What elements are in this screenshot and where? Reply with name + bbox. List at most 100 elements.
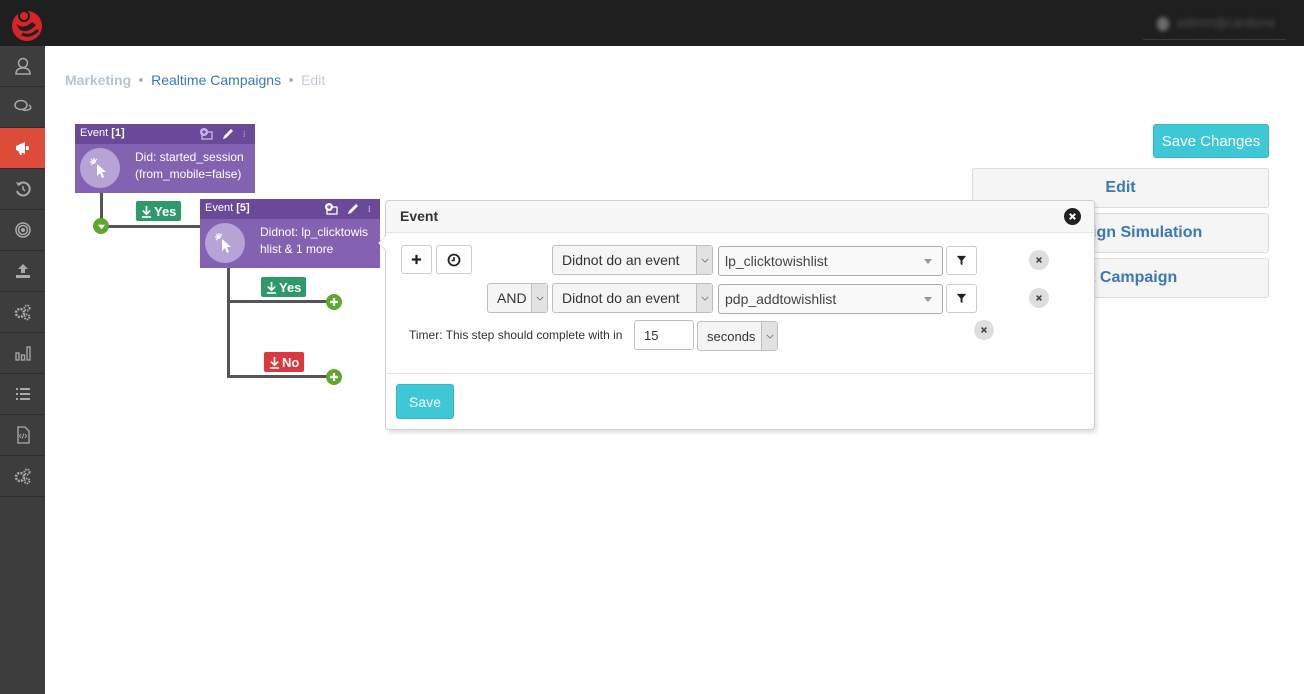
sidebar-item-upload[interactable] — [0, 251, 45, 292]
add-condition-button[interactable] — [401, 245, 432, 274]
combobox-value: pdp_addtowishlist — [725, 291, 837, 307]
node-header: Event [5] — [200, 199, 380, 219]
badge-label: Yes — [279, 279, 302, 295]
flow-connector — [227, 375, 333, 378]
bar-chart-icon — [14, 346, 31, 361]
plus-icon — [411, 254, 422, 265]
add-node-icon[interactable] — [324, 202, 338, 216]
node-index: [5] — [236, 202, 250, 214]
timer-unit-select[interactable]: seconds — [697, 321, 778, 351]
node-title: Event — [205, 202, 234, 214]
plus-icon — [330, 298, 338, 306]
sidebar-item-history[interactable] — [0, 169, 45, 210]
condition-select-2[interactable]: Didnot do an event — [552, 283, 713, 313]
sidebar-item-templates[interactable] — [0, 415, 45, 456]
sidebar-item-lists[interactable] — [0, 374, 45, 415]
save-changes-button[interactable]: Save Changes — [1153, 124, 1269, 158]
user-icon — [14, 57, 31, 75]
edit-pencil-icon[interactable] — [221, 127, 235, 141]
timer-value-input[interactable] — [634, 320, 694, 350]
popover-arrow — [378, 235, 386, 251]
sidebar-item-users[interactable] — [0, 46, 45, 87]
node-index: [1] — [111, 127, 125, 139]
more-options-icon[interactable] — [368, 202, 374, 216]
timer-label: Timer: This step should complete with in — [409, 328, 623, 342]
sidebar-item-automation[interactable] — [0, 292, 45, 333]
no-branch-badge: No — [264, 352, 305, 372]
more-options-icon[interactable] — [243, 127, 249, 141]
sidebar-item-marketing[interactable] — [0, 128, 45, 169]
breadcrumb-current: Edit — [301, 72, 326, 88]
filter-icon — [956, 293, 967, 304]
sidebar-item-settings[interactable] — [0, 456, 45, 497]
popover-header: Event — [386, 201, 1094, 233]
add-node-icon[interactable] — [199, 127, 213, 141]
operator-select[interactable]: AND — [487, 283, 548, 313]
chevron-down-icon — [761, 322, 777, 350]
list-icon — [15, 388, 30, 400]
sidebar-item-targets[interactable] — [0, 210, 45, 251]
plus-icon — [330, 373, 338, 381]
filter-button-2[interactable] — [946, 284, 977, 313]
event-combobox-2[interactable]: pdp_addtowishlist — [718, 284, 943, 314]
chevron-down-icon — [696, 246, 712, 274]
node-title: Event — [80, 127, 109, 139]
code-file-icon — [16, 426, 30, 444]
save-button[interactable]: Save — [396, 384, 454, 419]
click-cursor-icon — [80, 148, 120, 188]
user-menu[interactable]: admin@cardone — [1143, 10, 1286, 40]
node-line-2: (from_mobile=false) — [135, 167, 242, 181]
close-icon — [1036, 257, 1042, 263]
flow-connector — [227, 268, 230, 378]
remove-condition-button-2[interactable] — [1029, 288, 1049, 308]
remove-timer-button[interactable] — [974, 320, 994, 340]
flow-connector — [227, 300, 333, 303]
chevron-down-icon — [531, 284, 547, 312]
node-line-2: hlist & 1 more — [260, 242, 334, 256]
sidebar — [0, 46, 45, 694]
edit-pencil-icon[interactable] — [346, 202, 360, 216]
close-icon — [1069, 213, 1076, 220]
dropdown-arrow-icon — [924, 258, 932, 264]
sidebar-item-chat[interactable] — [0, 87, 45, 128]
flow-connector — [100, 225, 202, 228]
breadcrumb-realtime-campaigns[interactable]: Realtime Campaigns — [151, 72, 281, 88]
event-node-5[interactable]: Event [5] Didnot: lp_clicktowis hlist & … — [200, 199, 380, 268]
breadcrumb-marketing[interactable]: Marketing — [65, 72, 131, 88]
chat-icon — [13, 99, 32, 112]
target-icon — [14, 222, 31, 238]
download-arrow-icon — [269, 356, 280, 369]
close-icon — [1036, 295, 1042, 301]
node-line-1: Didnot: lp_clicktowis — [260, 225, 369, 239]
select-value: seconds — [707, 328, 756, 344]
download-arrow-icon — [266, 281, 277, 294]
filter-button-1[interactable] — [946, 246, 977, 275]
condition-select-1[interactable]: Didnot do an event — [552, 245, 713, 275]
add-yes-step-button[interactable] — [326, 294, 342, 310]
close-popover-button[interactable] — [1064, 208, 1081, 225]
add-timer-button[interactable] — [436, 245, 472, 274]
event-node-1[interactable]: Event [1] Did: started_session (from_mob… — [75, 124, 255, 193]
gears-icon — [14, 304, 31, 321]
sidebar-item-reports[interactable] — [0, 333, 45, 374]
node-header: Event [1] — [75, 124, 255, 144]
settings-gears-icon — [14, 468, 31, 485]
breadcrumb-separator — [139, 78, 144, 82]
event-combobox-1[interactable]: lp_clicktowishlist — [718, 246, 943, 276]
yes-branch-badge: Yes — [136, 201, 182, 221]
collapse-branch-button[interactable] — [93, 218, 109, 234]
top-bar: admin@cardone — [0, 0, 1304, 46]
badge-label: No — [282, 354, 300, 370]
brand-logo[interactable] — [10, 8, 44, 42]
add-no-step-button[interactable] — [326, 369, 342, 385]
breadcrumb-separator — [289, 78, 294, 82]
filter-icon — [956, 255, 967, 266]
remove-condition-button-1[interactable] — [1029, 250, 1049, 270]
yes-branch-badge: Yes — [261, 277, 307, 297]
click-cursor-icon — [205, 223, 245, 263]
user-label: admin@cardone — [1177, 16, 1276, 30]
caret-down-icon — [97, 224, 105, 229]
upload-icon — [15, 264, 30, 278]
user-avatar — [1157, 17, 1169, 31]
select-value: Didnot do an event — [562, 252, 680, 268]
